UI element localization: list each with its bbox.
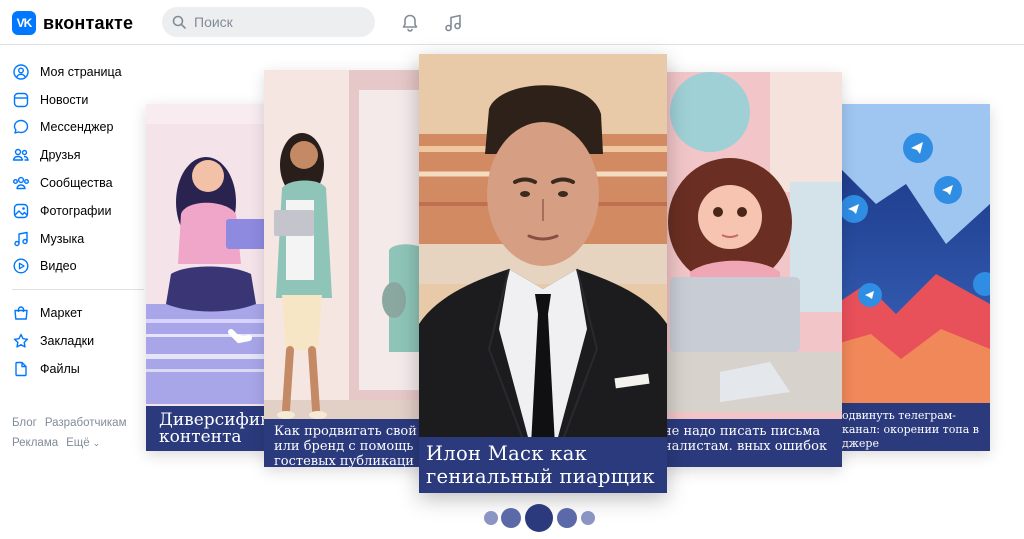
footer-link-developers[interactable]: Разработчикам [45,417,127,429]
user-icon [12,63,30,81]
sidebar-item-label: Фотографии [40,203,112,218]
pagination-dot-3-active[interactable] [525,504,553,532]
footer-more-label: Ещё [66,437,90,449]
sidebar-item-bookmarks[interactable]: Закладки [0,327,150,355]
article-card-3-active[interactable]: Илон Маск как гениальный пиарщик [419,54,667,493]
sidebar-item-friends[interactable]: Друзья [0,141,150,169]
pagination-dot-5[interactable] [581,511,595,525]
photo-icon [12,202,30,220]
carousel-pagination [0,504,1024,532]
chevron-down-icon: ⌄ [92,438,101,448]
pagination-dot-4[interactable] [557,508,577,528]
article-card-4[interactable]: не надо писать письма налистам. вных оши… [660,72,842,467]
sidebar-item-label: Друзья [40,148,81,163]
star-icon [12,332,30,350]
pagination-dot-2[interactable] [501,508,521,528]
sidebar-item-label: Сообщества [40,176,113,191]
sidebar-item-news[interactable]: Новости [0,86,150,114]
card-caption: Диверсифик контента [146,406,268,451]
card-caption: одвинуть телеграм-канал: окорении топа в… [836,403,990,451]
sidebar-item-label: Мессенджер [40,120,114,135]
card-caption: Как продвигать свой или бренд с помощь г… [264,419,428,467]
sidebar-divider [12,289,144,291]
sidebar-item-communities[interactable]: Сообщества [0,169,150,197]
article-card-1[interactable]: Диверсифик контента [146,104,268,451]
footer-link-ads[interactable]: Реклама [12,437,58,449]
card-caption: Илон Маск как гениальный пиарщик [419,437,667,493]
sidebar-item-photos[interactable]: Фотографии [0,197,150,225]
sidebar-item-label: Маркет [40,306,83,321]
news-icon [12,91,30,109]
card-illustration-frustrated-woman [660,72,842,467]
vk-logo-mark: VK [12,11,36,35]
friends-icon [12,146,30,164]
sidebar-item-label: Закладки [40,334,95,349]
sidebar-item-my-page[interactable]: Моя страница [0,58,150,86]
left-sidebar: Моя страница Новости Мессенджер Друзья С… [0,58,150,383]
sidebar-item-label: Видео [40,259,77,274]
article-card-2[interactable]: Как продвигать свой или бренд с помощь г… [264,70,428,467]
sidebar-item-music[interactable]: Музыка [0,225,150,253]
footer-link-blog[interactable]: Блог [12,417,37,429]
sidebar-item-label: Музыка [40,231,85,246]
footer-link-more[interactable]: Ещё ⌄ [66,437,108,449]
music-note-icon[interactable] [441,11,465,35]
music-icon [12,230,30,248]
video-icon [12,257,30,275]
card-illustration-woman-walking [264,70,428,467]
article-card-5[interactable]: одвинуть телеграм-канал: окорении топа в… [836,104,990,451]
card-caption: не надо писать письма налистам. вных оши… [660,419,842,467]
pagination-dot-1[interactable] [484,511,498,525]
card-illustration-man-portrait [419,54,667,493]
card-illustration-woman-laptop [146,104,268,451]
sidebar-item-video[interactable]: Видео [0,253,150,281]
sidebar-item-label: Новости [40,92,89,107]
message-icon [12,118,30,136]
search-input[interactable] [194,14,364,30]
card-illustration-telegram-chart [836,104,990,451]
market-icon [12,304,30,322]
top-header: VK вконтакте [0,0,1024,45]
vk-logo-text: вконтакте [43,12,134,33]
search-box[interactable] [162,7,375,37]
sidebar-item-messenger[interactable]: Мессенджер [0,114,150,142]
bell-icon[interactable] [398,11,422,35]
search-icon [172,15,186,29]
file-icon [12,360,30,378]
communities-icon [12,174,30,192]
sidebar-item-label: Моя страница [40,64,122,79]
vk-logo[interactable]: VK вконтакте [12,11,133,35]
sidebar-item-files[interactable]: Файлы [0,355,150,383]
sidebar-item-market[interactable]: Маркет [0,299,150,327]
sidebar-item-label: Файлы [40,361,80,376]
footer-links: Блог Разработчикам Реклама Ещё ⌄ [12,413,152,453]
